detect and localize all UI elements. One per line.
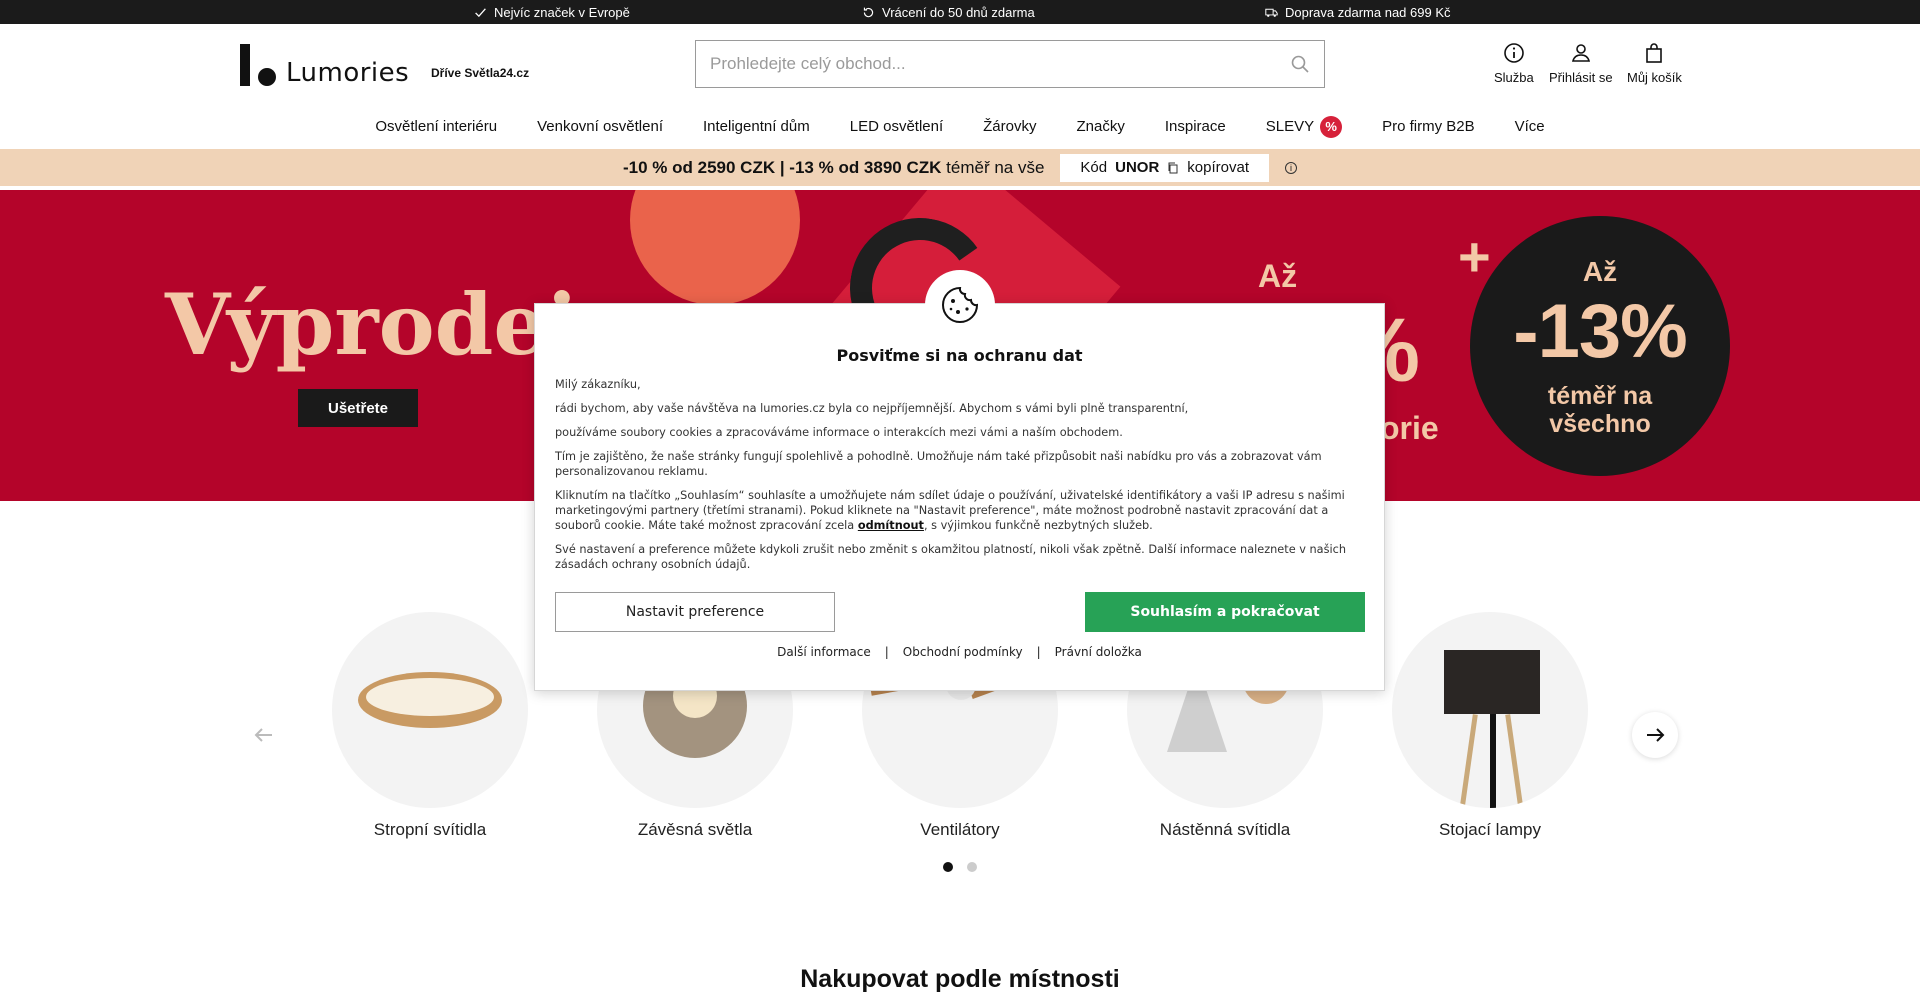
hero-az: Až [1258, 258, 1298, 294]
service-label: Služba [1494, 70, 1534, 85]
nav-sale-label: SLEVY [1265, 118, 1315, 135]
bag-icon [1646, 43, 1663, 63]
user-icon [1571, 44, 1590, 62]
topbar-text: Doprava zdarma nad 699 Kč [1285, 4, 1451, 20]
nav-item-brands[interactable]: Značky [1056, 118, 1144, 135]
cookie-icon [942, 286, 979, 323]
top-info-bar: Nejvíc značek v Evropě Vrácení do 50 dnů… [0, 0, 1920, 24]
cart-button[interactable]: Můj košík [1627, 42, 1682, 85]
arrow-right-icon [1647, 728, 1665, 742]
consent-text-end: , s výjimkou funkčně nezbytných služeb. [923, 519, 1153, 532]
hero-title: Výprodej [165, 275, 578, 374]
preferences-button[interactable]: Nastavit preference [555, 592, 835, 632]
carousel-dot[interactable] [967, 862, 977, 872]
nav-item-bulbs[interactable]: Žárovky [963, 118, 1056, 135]
link-separator: | [884, 645, 889, 659]
main-nav: Osvětlení interiéru Venkovní osvětlení I… [0, 104, 1920, 149]
promo-discount: -10 % od 2590 CZK | -13 % od 3890 CZK [623, 157, 942, 177]
legal-link[interactable]: Právní doložka [1055, 645, 1142, 659]
arrow-left-icon [254, 728, 272, 742]
topbar-text: Nejvíc značek v Evropě [494, 4, 630, 20]
category-label: Závěsná světla [637, 820, 753, 839]
more-info-link[interactable]: Další informace [777, 645, 871, 659]
site-logo[interactable]: Lumories [240, 44, 410, 88]
dialog-paragraph: Tím je zajištěno, že naše stránky funguj… [555, 450, 1322, 478]
category-image [332, 612, 528, 808]
category-ceiling[interactable]: Stropní svítidla [330, 612, 530, 840]
topbar-text: Vrácení do 50 dnů zdarma [882, 4, 1035, 20]
logo-text: Lumories [286, 58, 410, 88]
nav-item-sale[interactable]: SLEVY% [1246, 115, 1362, 138]
nav-item-interior[interactable]: Osvětlení interiéru [355, 118, 517, 135]
hero-text-fragment: orie [1380, 410, 1439, 446]
promo-code-box[interactable]: Kód UNOR kopírovat [1060, 153, 1269, 182]
carousel-pagination [0, 862, 1920, 872]
nav-item-b2b[interactable]: Pro firmy B2B [1362, 118, 1495, 135]
copy-icon [1168, 162, 1178, 173]
carousel-prev-button[interactable] [241, 712, 287, 758]
agree-button[interactable]: Souhlasím a pokračovat [1085, 592, 1365, 632]
badge-percent: -13% [1513, 289, 1687, 374]
nav-item-more[interactable]: Více [1495, 118, 1565, 135]
promo-text: -10 % od 2590 CZK | -13 % od 3890 CZK té… [623, 158, 1044, 178]
topbar-item-shipping: Doprava zdarma nad 699 Kč [1265, 0, 1450, 24]
category-label: Nástěnná svítidla [1159, 820, 1291, 839]
promo-code: UNOR [1115, 159, 1160, 176]
badge-line2: všechno [1549, 410, 1651, 438]
search-box[interactable] [695, 40, 1325, 88]
carousel-next-button[interactable] [1632, 712, 1678, 758]
nav-item-exterior[interactable]: Venkovní osvětlení [517, 118, 683, 135]
search-icon[interactable] [1290, 54, 1310, 74]
badge-az: Až [1582, 256, 1618, 287]
badge-caption: téměř na všechno [1470, 382, 1730, 438]
section-title: Nakupovat podle místnosti [800, 965, 1120, 993]
code-label: Kód [1080, 159, 1108, 176]
promo-rest: téměř na vše [946, 157, 1045, 177]
sale-badge: % [1320, 115, 1343, 138]
logo-subtitle: Dříve Světla24.cz [431, 66, 530, 80]
check-icon [475, 7, 486, 17]
terms-link[interactable]: Obchodní podmínky [903, 645, 1023, 659]
login-label: Přihlásit se [1549, 70, 1613, 85]
category-label: Ventilátory [920, 820, 1000, 839]
service-button[interactable]: Služba [1494, 42, 1534, 85]
nav-item-led[interactable]: LED osvětlení [830, 118, 963, 135]
hero-cta-button[interactable]: Ušetřete [298, 389, 418, 427]
search-input[interactable] [710, 54, 1290, 74]
nav-item-smart-home[interactable]: Inteligentní dům [683, 118, 830, 135]
dialog-body: Milý zákazníku, rádi bychom, aby vaše ná… [555, 377, 1364, 581]
category-floor[interactable]: Stojací lampy [1390, 612, 1590, 840]
category-label: Stojací lampy [1438, 820, 1542, 839]
topbar-item-brands: Nejvíc značek v Evropě [474, 0, 630, 24]
link-separator: | [1036, 645, 1041, 659]
dialog-paragraph: používáme soubory cookies a zpracováváme… [555, 426, 1123, 439]
reject-link[interactable]: odmítnout [858, 519, 924, 532]
truck-icon [1265, 8, 1278, 17]
cookie-consent-dialog: Posviťme si na ochranu dat Milý zákazník… [534, 270, 1385, 691]
dialog-paragraph: rádi bychom, aby vaše návštěva na lumori… [555, 402, 1189, 415]
info-icon [1504, 43, 1524, 63]
return-icon [863, 7, 874, 17]
dialog-links: Další informace | Obchodní podmínky | Pr… [535, 645, 1384, 659]
promo-info-icon[interactable]: i [1285, 161, 1297, 174]
topbar-item-returns: Vrácení do 50 dnů zdarma [862, 0, 1035, 24]
hero-discount-badge: + Až -13% téměř na všechno [1458, 216, 1730, 476]
hero-decoration [630, 190, 800, 305]
login-button[interactable]: Přihlásit se [1549, 42, 1613, 85]
dialog-paragraph: Milý zákazníku, [555, 378, 641, 391]
cart-label: Můj košík [1627, 70, 1682, 85]
cookie-icon-wrap [925, 270, 995, 340]
site-header: Lumories Dříve Světla24.cz Služba Přihlá… [0, 24, 1920, 104]
dialog-paragraph: Své nastavení a preference můžete kdykol… [555, 543, 1346, 571]
promo-bar: -10 % od 2590 CZK | -13 % od 3890 CZK té… [0, 149, 1920, 186]
dialog-title: Posviťme si na ochranu dat [836, 346, 1083, 365]
badge-line1: téměř na [1547, 382, 1653, 410]
category-image [1392, 612, 1588, 808]
carousel-dot[interactable] [943, 862, 953, 872]
logo-mark [240, 44, 280, 86]
nav-item-inspiration[interactable]: Inspirace [1145, 118, 1246, 135]
category-label: Stropní svítidla [373, 820, 487, 839]
copy-label[interactable]: kopírovat [1187, 159, 1249, 176]
dialog-paragraph: Kliknutím na tlačítko „Souhlasím“ souhla… [555, 488, 1364, 533]
